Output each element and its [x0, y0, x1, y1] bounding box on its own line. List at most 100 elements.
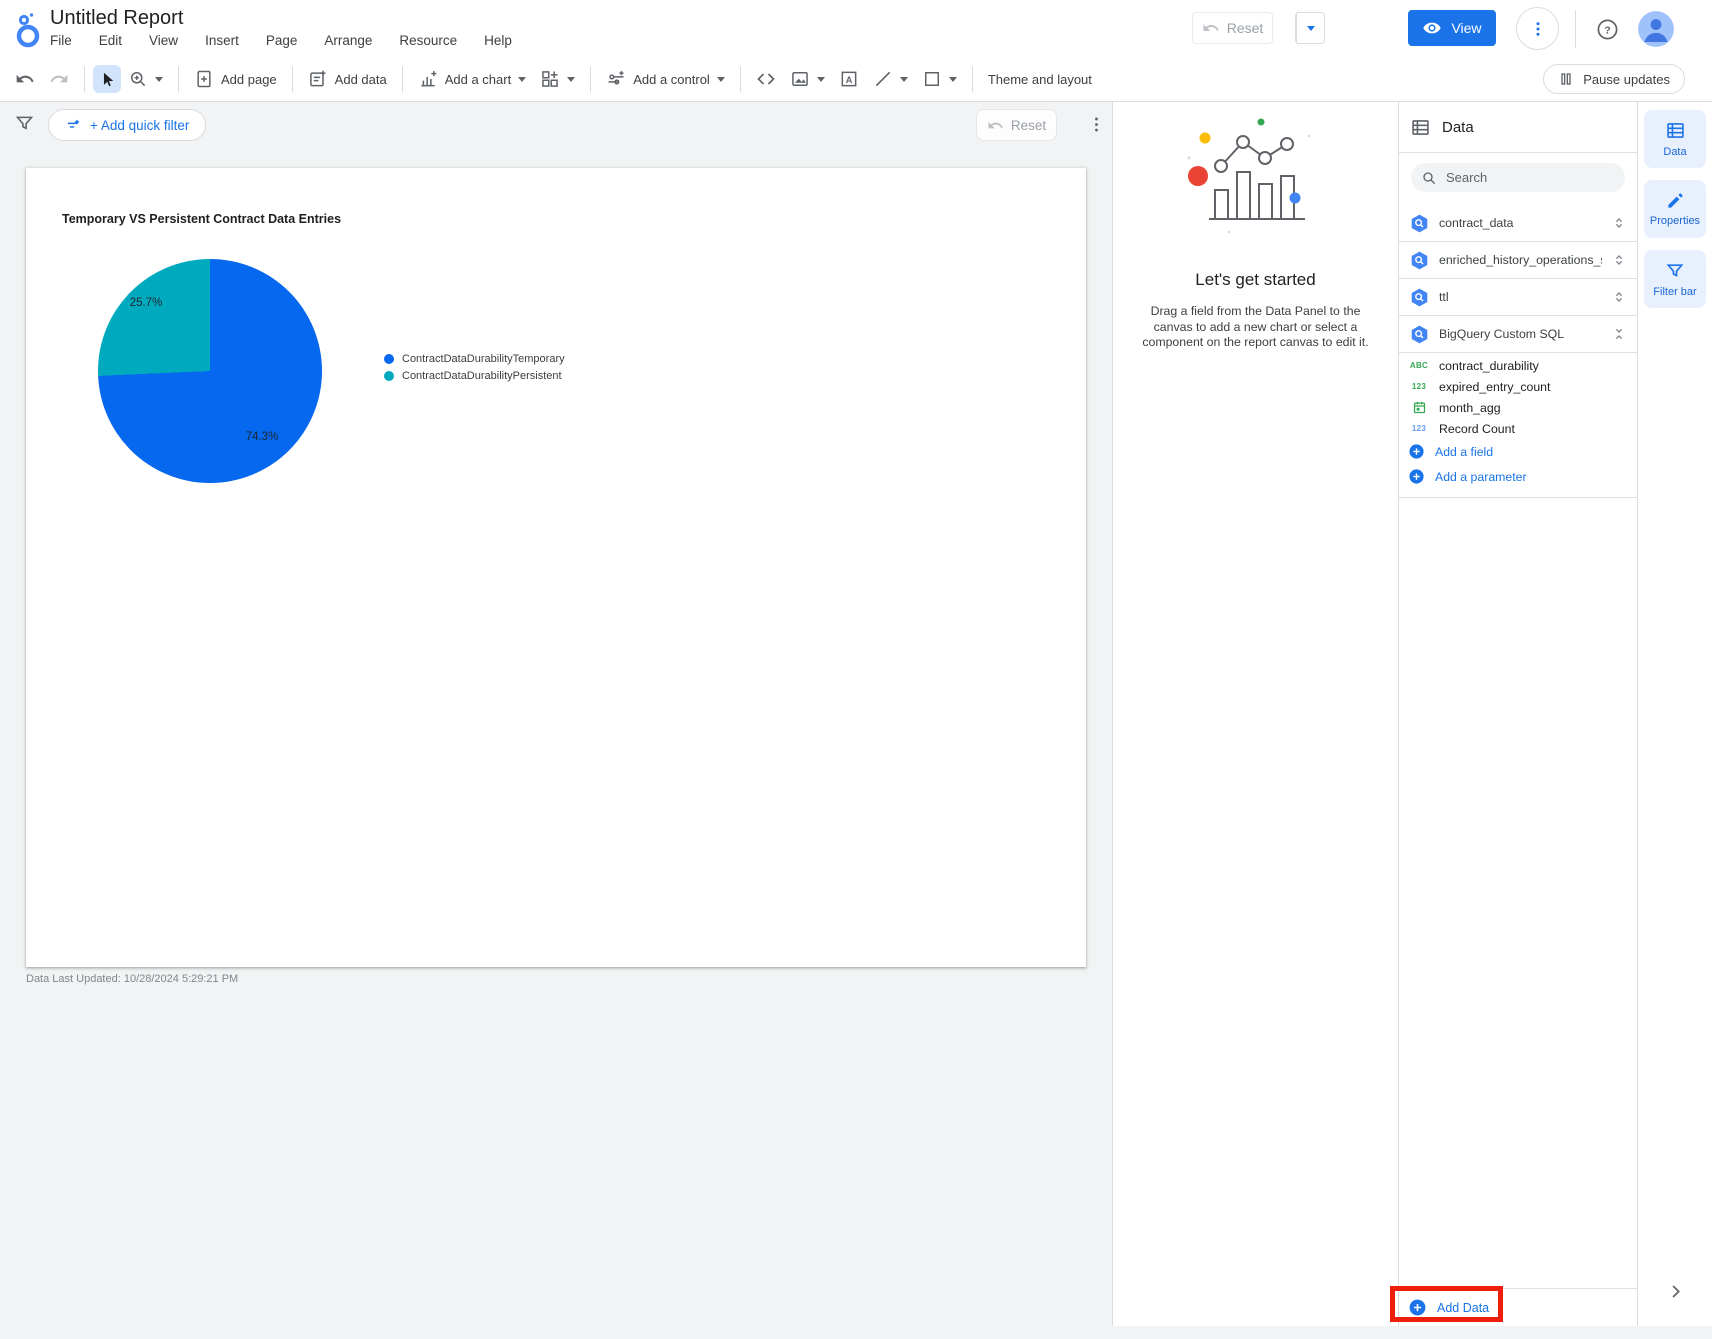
- filter-funnel-icon: [1665, 261, 1685, 281]
- field-row[interactable]: month_agg: [1399, 397, 1637, 418]
- undo-icon: [1202, 19, 1220, 37]
- field-row[interactable]: ABC contract_durability: [1399, 355, 1637, 376]
- header-divider: [1575, 10, 1576, 48]
- menu-arrange[interactable]: Arrange: [324, 33, 372, 48]
- add-data-button[interactable]: Add data: [301, 63, 394, 95]
- chevron-down-icon: [518, 76, 527, 82]
- chart-title: Temporary VS Persistent Contract Data En…: [62, 212, 342, 226]
- select-tool-button[interactable]: [93, 65, 121, 93]
- field-row[interactable]: 123 expired_entry_count: [1399, 376, 1637, 397]
- data-source-row[interactable]: ttl: [1399, 279, 1637, 316]
- unfold-more-icon[interactable]: [1611, 215, 1627, 231]
- collapse-panel-chevron-right-icon[interactable]: [1666, 1282, 1685, 1301]
- data-source-row[interactable]: contract_data: [1399, 205, 1637, 242]
- insert-text-button[interactable]: A: [832, 63, 866, 95]
- pie-slice-label-temporary: 74.3%: [245, 431, 279, 443]
- chart-legend: ContractDataDurabilityTemporary Contract…: [384, 353, 565, 382]
- unfold-more-icon[interactable]: [1611, 289, 1627, 305]
- add-quick-filter-button[interactable]: + Add quick filter: [48, 109, 207, 141]
- plus-circle-icon: [1408, 468, 1425, 485]
- share-button[interactable]: Share: [1295, 12, 1372, 735]
- legend-item-persistent[interactable]: ContractDataDurabilityPersistent: [384, 370, 565, 382]
- data-table-icon: [1410, 117, 1431, 138]
- toolbar-divider: [401, 66, 403, 92]
- chevron-down-icon: [716, 76, 725, 82]
- report-page[interactable]: Temporary VS Persistent Contract Data En…: [26, 168, 1086, 967]
- menu-insert[interactable]: Insert: [205, 33, 239, 48]
- pause-updates-button[interactable]: Pause updates: [1543, 64, 1685, 94]
- insert-line-button[interactable]: [866, 63, 915, 95]
- chart-illustration: [1187, 118, 1310, 234]
- edit-toolbar: Add page Add data Add a chart Add a cont…: [0, 57, 1712, 102]
- report-title[interactable]: Untitled Report: [50, 7, 183, 30]
- menu-bar: File Edit View Insert Page Arrange Resou…: [50, 33, 512, 48]
- redo-button[interactable]: [42, 63, 76, 95]
- add-field-button[interactable]: Add a field: [1399, 439, 1637, 464]
- unfold-more-icon[interactable]: [1611, 252, 1627, 268]
- legend-dot-temporary-icon: [384, 354, 394, 364]
- theme-and-layout-button[interactable]: Theme and layout: [981, 63, 1099, 95]
- menu-resource[interactable]: Resource: [399, 33, 457, 48]
- pause-icon: [1558, 71, 1574, 87]
- zoom-tool-button[interactable]: [121, 63, 170, 95]
- more-options-button[interactable]: [1516, 7, 1559, 50]
- right-rail: Data Properties Filter bar: [1637, 102, 1712, 1326]
- chevron-down-icon: [816, 76, 825, 82]
- canvas-more-options-button[interactable]: [1087, 115, 1106, 134]
- bigquery-icon: [1409, 213, 1430, 234]
- chevron-down-icon: [948, 76, 957, 82]
- add-page-button[interactable]: Add page: [187, 63, 284, 95]
- number-type-icon: 123: [1411, 382, 1427, 391]
- header-actions: Reset Share View: [1192, 0, 1712, 735]
- field-row[interactable]: 123 Record Count: [1399, 418, 1637, 439]
- embed-code-button[interactable]: [749, 63, 783, 95]
- menu-page[interactable]: Page: [266, 33, 298, 48]
- undo-button[interactable]: [8, 63, 42, 95]
- data-table-icon: [1665, 120, 1686, 141]
- svg-text:?: ?: [1604, 24, 1610, 36]
- getting-started-title: Let's get started: [1195, 270, 1316, 289]
- menu-edit[interactable]: Edit: [99, 33, 122, 48]
- tab-filter-bar[interactable]: Filter bar: [1644, 250, 1706, 308]
- data-source-row[interactable]: enriched_history_operations_sorob...: [1399, 242, 1637, 279]
- data-panel: Data Search contract_data enriched_histo…: [1398, 102, 1637, 1326]
- data-source-row[interactable]: BigQuery Custom SQL: [1399, 316, 1637, 353]
- add-parameter-button[interactable]: Add a parameter: [1399, 464, 1637, 489]
- unfold-less-icon[interactable]: [1611, 326, 1627, 342]
- kebab-menu-icon: [1529, 20, 1547, 38]
- filter-funnel-icon[interactable]: [14, 113, 35, 134]
- add-chart-button[interactable]: Add a chart: [411, 63, 534, 95]
- user-avatar[interactable]: [1638, 11, 1674, 47]
- search-input[interactable]: Search: [1411, 163, 1625, 192]
- insert-image-button[interactable]: [783, 63, 832, 95]
- tab-properties[interactable]: Properties: [1644, 180, 1706, 238]
- help-button[interactable]: ?: [1596, 18, 1619, 41]
- text-type-icon: ABC: [1409, 361, 1429, 370]
- community-visualizations-button[interactable]: [533, 63, 582, 95]
- menu-help[interactable]: Help: [484, 33, 512, 48]
- toolbar-divider: [971, 66, 973, 92]
- pie-chart[interactable]: 74.3% 25.7%: [98, 259, 322, 483]
- toolbar-divider: [590, 66, 592, 92]
- data-last-updated-text: Data Last Updated: 10/28/2024 5:29:21 PM: [26, 973, 239, 985]
- tab-data[interactable]: Data: [1644, 110, 1706, 168]
- view-button[interactable]: View: [1408, 10, 1496, 46]
- add-control-button[interactable]: Add a control: [599, 63, 732, 95]
- pencil-icon: [1666, 191, 1685, 210]
- filter-list-icon: [65, 117, 82, 134]
- toolbar-divider: [178, 66, 179, 92]
- menu-file[interactable]: File: [50, 33, 72, 48]
- bigquery-icon: [1409, 287, 1430, 308]
- getting-started-body: Drag a field from the Data Panel to the …: [1142, 304, 1369, 350]
- reset-button[interactable]: Reset: [1192, 12, 1273, 44]
- report-canvas-area: + Add quick filter Reset Temporary VS Pe…: [0, 102, 1112, 1326]
- insert-shape-button[interactable]: [915, 63, 964, 95]
- app-header: Untitled Report File Edit View Insert Pa…: [0, 0, 1712, 735]
- menu-view[interactable]: View: [149, 33, 178, 48]
- canvas-reset-button[interactable]: Reset: [976, 109, 1057, 141]
- data-panel-header: Data: [1399, 102, 1637, 153]
- share-dropdown-button[interactable]: [1296, 13, 1324, 43]
- legend-item-temporary[interactable]: ContractDataDurabilityTemporary: [384, 353, 565, 365]
- data-source-list: contract_data enriched_history_operation…: [1399, 205, 1637, 353]
- toolbar-divider: [739, 66, 741, 92]
